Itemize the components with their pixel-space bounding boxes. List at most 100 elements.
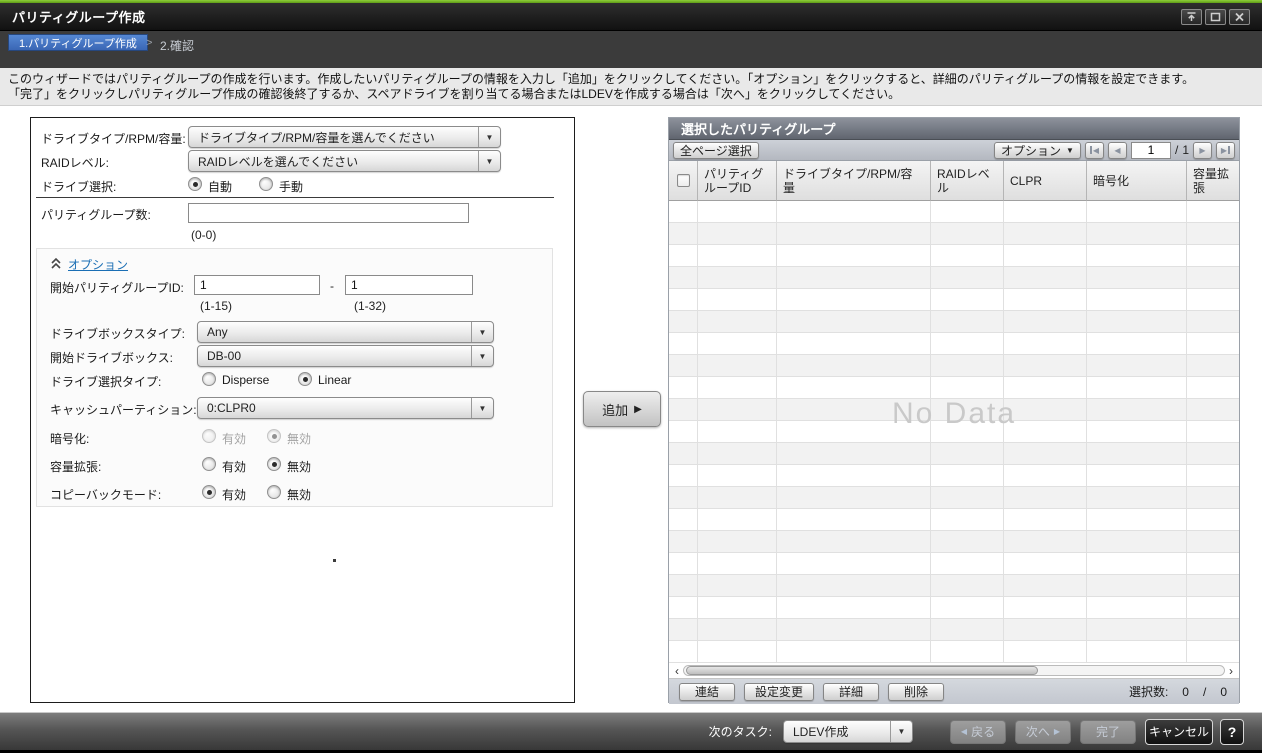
table-cell (1187, 245, 1239, 267)
capacity-expansion-label: 容量拡張: (50, 458, 101, 475)
chevron-down-icon: ▼ (471, 398, 493, 418)
instruction-line-2: 「完了」をクリックしパリティグループ作成の確認後終了するか、スペアドライブを割り… (8, 87, 1254, 102)
table-cell (931, 201, 1004, 223)
cache-partition-value: 0:CLPR0 (198, 401, 471, 415)
table-cell (1004, 487, 1087, 509)
page-number-input[interactable] (1131, 142, 1171, 159)
table-body: No Data (669, 201, 1239, 663)
next-task-value: LDEV作成 (784, 723, 890, 740)
table-cell (669, 289, 698, 311)
table-row (669, 355, 1239, 377)
table-cell (1187, 289, 1239, 311)
table-cell (669, 531, 698, 553)
prev-page-button: ◀ (1108, 142, 1127, 159)
scroll-right-icon[interactable]: › (1225, 665, 1237, 677)
table-cell (669, 223, 698, 245)
change-settings-button[interactable]: 設定変更 (744, 683, 814, 701)
table-cell (1187, 597, 1239, 619)
table-cell (931, 377, 1004, 399)
table-options-button[interactable]: オプション ▼ (994, 142, 1081, 159)
delete-button[interactable]: 削除 (888, 683, 944, 701)
table-cell (698, 333, 777, 355)
start-parity-group-id-input-2[interactable] (345, 275, 473, 295)
table-cell (777, 267, 931, 289)
stray-dot (333, 559, 336, 562)
drive-selection-manual-radio[interactable] (259, 177, 273, 191)
scroll-left-icon[interactable]: ‹ (671, 665, 683, 677)
table-cell (1187, 575, 1239, 597)
table-cell (1087, 223, 1187, 245)
add-button[interactable]: 追加 ▶ (583, 391, 661, 427)
table-cell (1004, 531, 1087, 553)
table-cell (777, 487, 931, 509)
drive-box-type-value: Any (198, 325, 471, 339)
parity-group-count-range: (0-0) (191, 228, 216, 242)
next-task-dropdown[interactable]: LDEV作成 ▼ (783, 720, 913, 743)
range-separator: - (330, 279, 334, 293)
table-cell (1087, 641, 1187, 663)
maximize-button[interactable] (1205, 9, 1226, 25)
drive-box-type-dropdown[interactable]: Any ▼ (197, 321, 494, 343)
concatenate-button[interactable]: 連結 (679, 683, 735, 701)
drive-selection-type-disperse-radio[interactable] (202, 372, 216, 386)
instruction-line-1: このウィザードではパリティグループの作成を行います。作成したいパリティグループの… (8, 72, 1254, 87)
scrollbar-thumb[interactable] (686, 666, 1038, 675)
table-cell (777, 201, 931, 223)
selection-count-total: 0 (1220, 685, 1227, 699)
copy-back-mode-enabled-radio[interactable] (202, 485, 216, 499)
column-header-parity-group-id: パリティグループID (698, 161, 777, 201)
chevron-down-icon: ▼ (478, 151, 500, 171)
collapse-icon[interactable] (50, 257, 62, 275)
help-button[interactable]: ? (1220, 719, 1244, 745)
drive-selection-manual-label: 手動 (279, 178, 303, 195)
table-cell (669, 355, 698, 377)
table-cell (1187, 465, 1239, 487)
table-cell (1087, 377, 1187, 399)
table-cell (698, 465, 777, 487)
step-tab-create[interactable]: 1.パリティグループ作成 (8, 34, 148, 51)
options-link[interactable]: オプション (68, 256, 128, 273)
table-row (669, 597, 1239, 619)
selected-parity-groups-panel: 選択したパリティグループ 全ページ選択 オプション ▼ ◀ ◀ / 1 ▶ ▶ (668, 117, 1240, 703)
close-button[interactable] (1229, 9, 1250, 25)
drive-selection-type-linear-radio[interactable] (298, 372, 312, 386)
page-total: 1 (1182, 143, 1189, 157)
table-cell (669, 487, 698, 509)
table-row (669, 245, 1239, 267)
start-drive-box-dropdown[interactable]: DB-00 ▼ (197, 345, 494, 367)
table-row (669, 223, 1239, 245)
step-tab-confirm: 2.確認 (160, 37, 194, 54)
cancel-button[interactable]: キャンセル (1145, 719, 1213, 745)
rollup-button[interactable] (1181, 9, 1202, 25)
select-all-checkbox[interactable] (677, 174, 690, 187)
capacity-expansion-disabled-radio[interactable] (267, 457, 281, 471)
table-cell (1187, 355, 1239, 377)
select-all-pages-button[interactable]: 全ページ選択 (673, 142, 759, 159)
table-cell (1187, 487, 1239, 509)
cache-partition-label: キャッシュパーティション: (50, 401, 197, 418)
table-cell (698, 575, 777, 597)
column-header-clpr: CLPR (1004, 161, 1087, 201)
raid-level-dropdown[interactable]: RAIDレベルを選んでください ▼ (188, 150, 501, 172)
capacity-expansion-enabled-radio[interactable] (202, 457, 216, 471)
arrow-right-icon: ▶ (1054, 727, 1060, 736)
table-cell (931, 465, 1004, 487)
table-row (669, 311, 1239, 333)
table-cell (669, 245, 698, 267)
drive-type-dropdown[interactable]: ドライブタイプ/RPM/容量を選んでください ▼ (188, 126, 501, 148)
drive-selection-auto-radio[interactable] (188, 177, 202, 191)
copy-back-mode-disabled-radio[interactable] (267, 485, 281, 499)
parity-group-count-input[interactable] (188, 203, 469, 223)
detail-button[interactable]: 詳細 (823, 683, 879, 701)
window-titlebar: パリティグループ作成 (0, 3, 1262, 31)
table-cell (1004, 443, 1087, 465)
cache-partition-dropdown[interactable]: 0:CLPR0 ▼ (197, 397, 494, 419)
table-cell (698, 553, 777, 575)
scrollbar-track[interactable] (683, 665, 1225, 676)
table-cell (1087, 333, 1187, 355)
drive-type-label: ドライブタイプ/RPM/容量: (41, 130, 186, 147)
table-cell (698, 619, 777, 641)
table-cell (1004, 575, 1087, 597)
start-parity-group-id-input-1[interactable] (194, 275, 320, 295)
copy-back-mode-enabled-label: 有効 (222, 486, 246, 503)
